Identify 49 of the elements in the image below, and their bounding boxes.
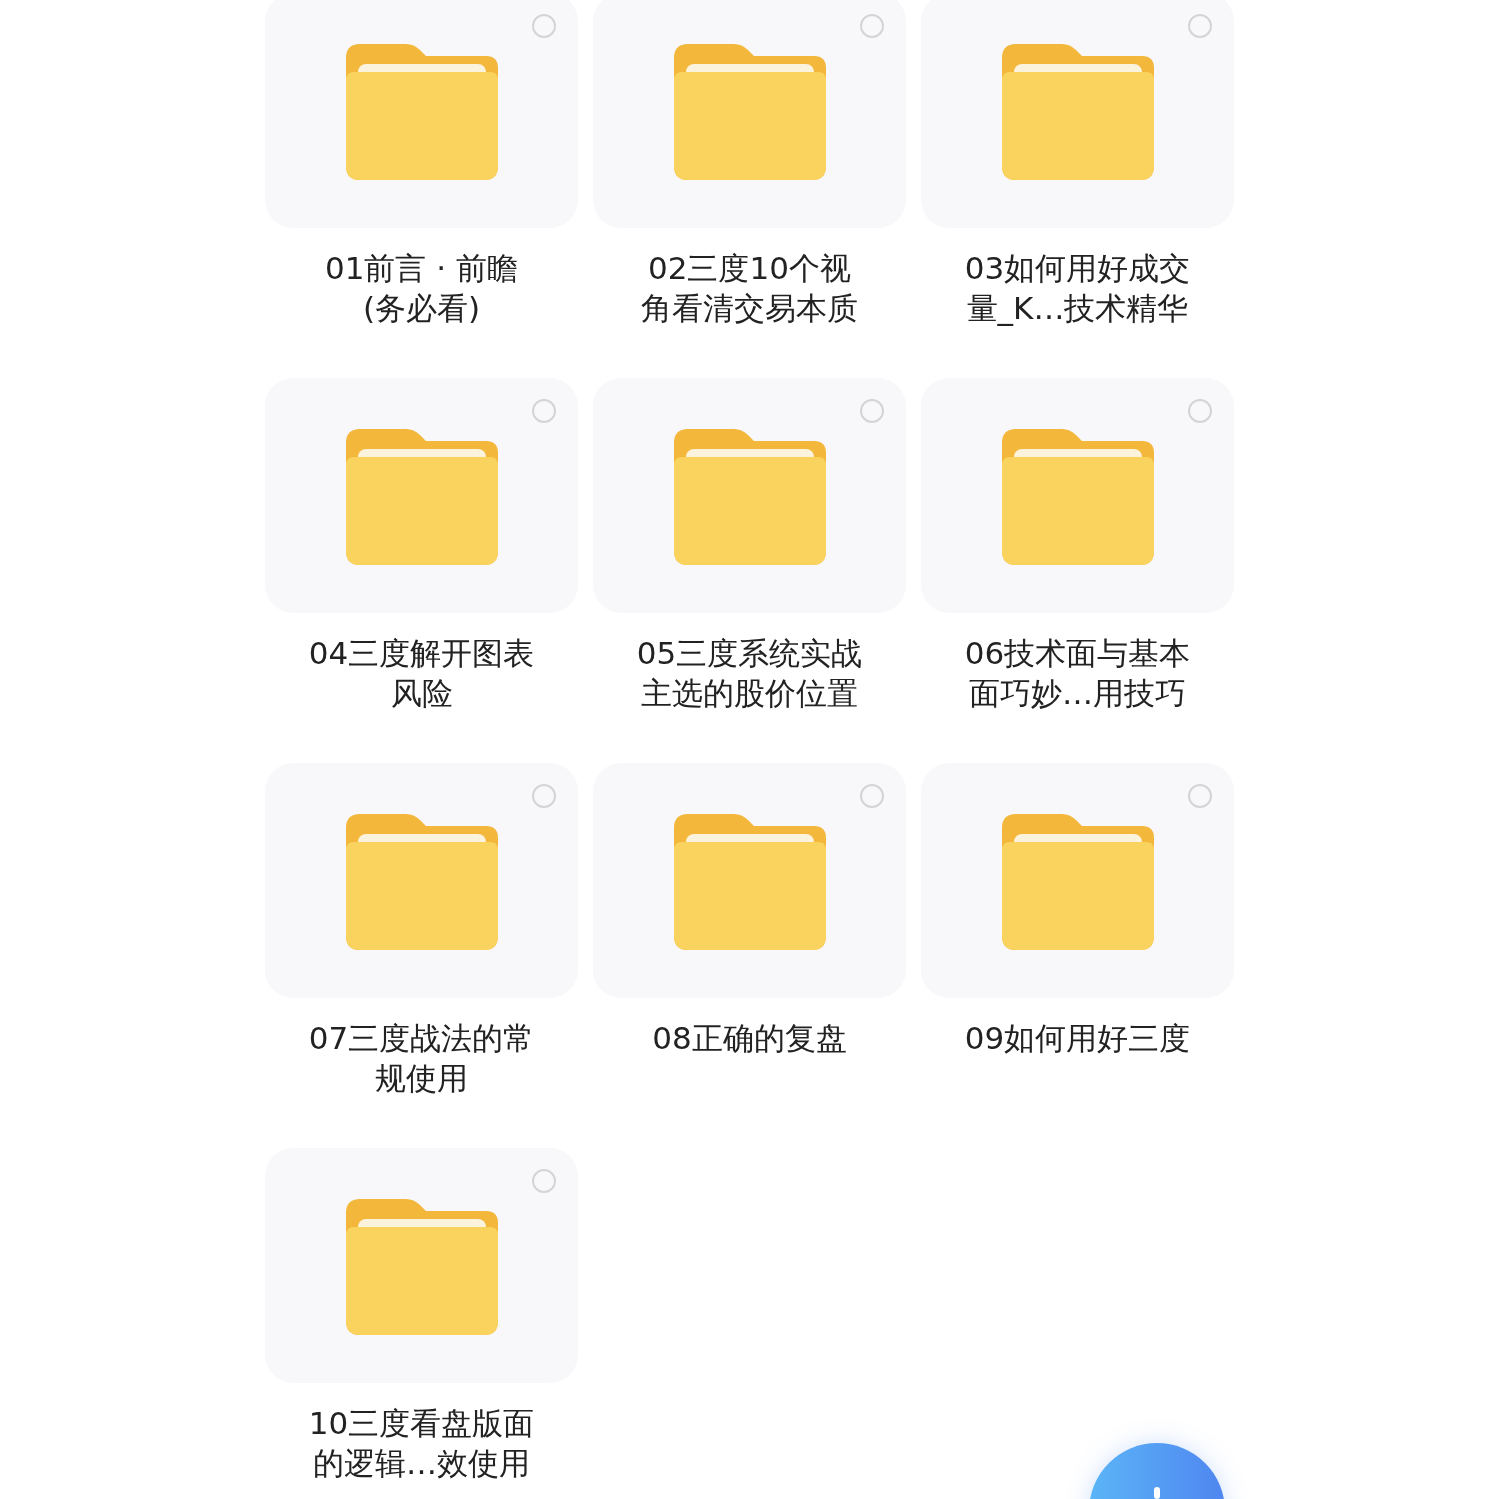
folder-name-line: 的逻辑…效使用 [313,1444,530,1483]
folder-tile[interactable] [921,0,1234,228]
folder-icon [345,429,498,565]
folder-name-line: 量_K…技术精华 [966,289,1189,328]
select-checkbox[interactable] [532,399,556,423]
select-checkbox[interactable] [1188,399,1212,423]
folder-name-line: 04三度解开图表 [308,634,535,673]
folder-icon [345,1199,498,1335]
folder-name-line: 06技术面与基本 [964,634,1191,673]
folder-tile[interactable] [593,763,906,998]
select-checkbox[interactable] [860,784,884,808]
folder-name-line: 风险 [390,674,453,713]
folder-name-line: 05三度系统实战 [636,634,863,673]
folder-tile[interactable] [921,763,1234,998]
select-checkbox[interactable] [860,399,884,423]
folder-icon [673,44,826,180]
folder-name-line: 10三度看盘版面 [308,1404,535,1443]
folder-name-line: 01前言 · 前瞻 [325,249,518,288]
select-checkbox[interactable] [1188,14,1212,38]
folder-name-line: 角看清交易本质 [641,289,858,328]
folder-name-line: 09如何用好三度 [964,1019,1191,1058]
select-checkbox[interactable] [1188,784,1212,808]
folder-icon [673,429,826,565]
folder-tile[interactable] [265,763,578,998]
select-checkbox[interactable] [860,14,884,38]
folder-name-line: 规使用 [375,1059,468,1098]
folder-tile[interactable] [265,0,578,228]
folder-name-line: 07三度战法的常 [308,1019,535,1058]
folder-name-line: 02三度10个视 [648,249,851,288]
folder-name-line: 03如何用好成交 [964,249,1191,288]
folder-name-line: 面巧妙…用技巧 [969,674,1186,713]
select-checkbox[interactable] [532,14,556,38]
folder-tile[interactable] [265,378,578,613]
folder-name-line: 08正确的复盘 [652,1019,847,1058]
select-checkbox[interactable] [532,1169,556,1193]
folder-icon [1001,429,1154,565]
add-icon [1154,1487,1160,1499]
folder-name-line: 主选的股价位置 [641,674,858,713]
folder-tile[interactable] [921,378,1234,613]
folder-tile[interactable] [593,0,906,228]
folder-tile[interactable] [593,378,906,613]
folder-icon [345,814,498,950]
folder-icon [345,44,498,180]
select-checkbox[interactable] [532,784,556,808]
folder-icon [1001,814,1154,950]
folder-icon [1001,44,1154,180]
folder-icon [673,814,826,950]
folder-name-line: (务必看) [362,289,481,328]
folder-tile[interactable] [265,1148,578,1383]
